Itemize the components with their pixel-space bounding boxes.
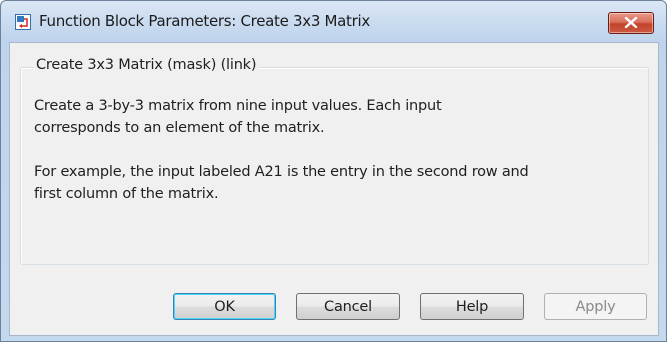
simulink-block-icon (15, 14, 31, 30)
description-line: first column of the matrix. (34, 186, 219, 202)
apply-button[interactable]: Apply (544, 293, 647, 320)
close-button[interactable] (608, 12, 654, 34)
description-line: Create a 3-by-3 matrix from nine input v… (34, 98, 442, 114)
cancel-button[interactable]: Cancel (296, 293, 400, 320)
description-paragraph-2: For example, the input labeled A21 is th… (34, 161, 654, 205)
dialog-body: Create 3x3 Matrix (mask) (link) Create a… (9, 42, 659, 336)
title-bar[interactable]: Function Block Parameters: Create 3x3 Ma… (1, 1, 666, 43)
description-line: For example, the input labeled A21 is th… (34, 164, 529, 180)
help-button[interactable]: Help (420, 293, 524, 320)
window-title: Function Block Parameters: Create 3x3 Ma… (39, 12, 370, 30)
ok-button[interactable]: OK (173, 293, 276, 320)
dialog-window: Function Block Parameters: Create 3x3 Ma… (0, 0, 667, 342)
description-line: corresponds to an element of the matrix. (34, 120, 325, 136)
close-icon (624, 17, 638, 28)
group-title: Create 3x3 Matrix (mask) (link) (34, 57, 259, 73)
description-paragraph-1: Create a 3-by-3 matrix from nine input v… (34, 95, 654, 139)
